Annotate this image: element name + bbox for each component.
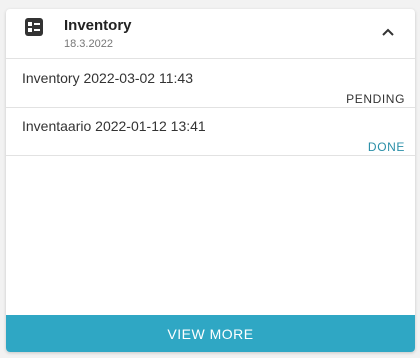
status-badge: PENDING (346, 92, 405, 106)
chevron-up-icon[interactable] (381, 25, 395, 39)
list-icon (25, 18, 43, 36)
status-badge: DONE (367, 140, 405, 154)
item-title: Inventory 2022-03-02 11:43 (22, 70, 193, 86)
card-header: Inventory 18.3.2022 (6, 9, 415, 59)
item-title: Inventaario 2022-01-12 13:41 (22, 118, 206, 134)
card-title: Inventory (64, 17, 132, 34)
inventory-card: Inventory 18.3.2022 Inventory 2022-03-02… (6, 9, 415, 352)
view-more-button[interactable]: VIEW MORE (6, 315, 415, 352)
card-date: 18.3.2022 (64, 38, 113, 50)
list-item[interactable]: Inventory 2022-03-02 11:43 PENDING (6, 59, 415, 108)
list-item[interactable]: Inventaario 2022-01-12 13:41 DONE (6, 107, 415, 156)
